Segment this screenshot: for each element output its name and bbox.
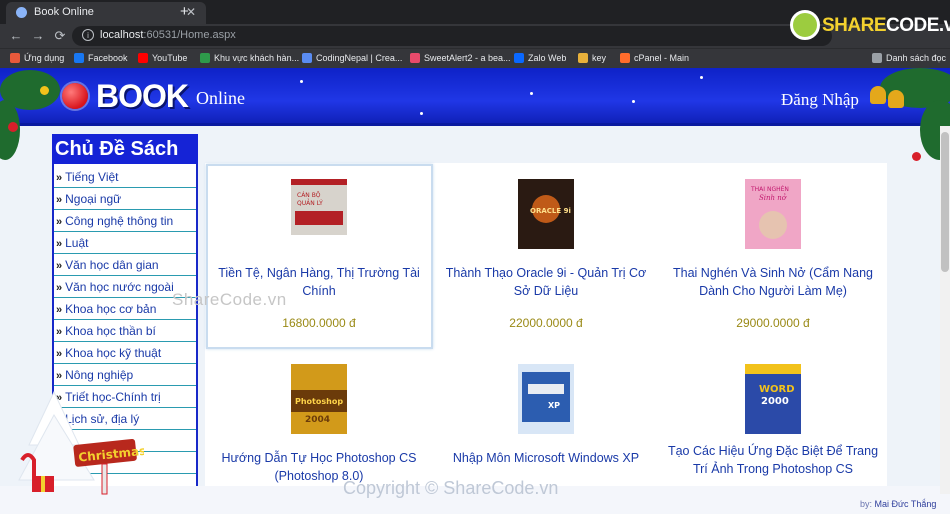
sharecode-logo-text: SHARECODE.vn <box>822 15 950 36</box>
book-cover-image: Photoshop 2004 <box>291 364 347 434</box>
key-icon <box>578 53 588 63</box>
svg-text:XP: XP <box>548 401 560 410</box>
sidebar-item-khoa-hoc-than-bi[interactable]: » Khoa học thần bí <box>54 320 196 342</box>
site-logo[interactable]: BOOK <box>96 78 189 115</box>
svg-text:2004: 2004 <box>305 415 330 425</box>
sidebar-item-luat[interactable]: » Luật <box>54 232 196 254</box>
book-cover-image: ORACLE 9i <box>518 179 574 249</box>
svg-text:CÁN BỘ: CÁN BỘ <box>297 192 321 199</box>
youtube-icon <box>138 53 148 63</box>
sidebar-title: Chủ Đề Sách <box>52 134 198 164</box>
ornament-icon <box>912 152 921 161</box>
book-price: 16800.0000 đ <box>282 316 356 330</box>
bookmark-codingnepal[interactable]: CodingNepal | Crea... <box>302 53 402 63</box>
sidebar-item-cong-nghe[interactable]: » Công nghệ thông tin <box>54 210 196 232</box>
book-cover[interactable]: ORACLE 9i <box>518 179 574 249</box>
christmas-decoration: Christmas <box>14 390 147 500</box>
sharecode-logo: SHARECODE.vn <box>790 6 950 44</box>
snowflake-icon <box>420 112 423 115</box>
bookmark-icon <box>302 53 312 63</box>
facebook-icon <box>74 53 84 63</box>
info-icon[interactable]: i <box>82 29 94 41</box>
apps-icon <box>10 53 20 63</box>
sidebar-item-ngoai-ngu[interactable]: » Ngoại ngữ <box>54 188 196 210</box>
book-cover-image: XP <box>518 364 574 434</box>
new-tab-button[interactable]: + <box>180 3 189 20</box>
sidebar-item-khoa-hoc-ky-thuat[interactable]: » Khoa học kỹ thuật <box>54 342 196 364</box>
site-logo-subtitle: Online <box>196 88 245 108</box>
bell-icon <box>870 86 886 104</box>
book-cover-image: CÁN BỘ QUẢN LÝ <box>291 179 347 249</box>
book-price: 29000.0000 đ <box>736 316 810 330</box>
svg-text:WORD: WORD <box>759 384 795 395</box>
ornament-icon <box>40 86 49 95</box>
forward-icon[interactable]: → <box>30 28 46 43</box>
reading-list-icon <box>872 53 882 63</box>
bookmark-zalo[interactable]: Zalo Web <box>514 53 566 63</box>
svg-text:Photoshop: Photoshop <box>295 397 343 406</box>
bookmark-facebook[interactable]: Facebook <box>74 53 128 63</box>
snowflake-icon <box>530 92 533 95</box>
book-cover[interactable]: XP <box>518 364 574 434</box>
bookmark-khu-vuc[interactable]: Khu vực khách hàn... <box>200 53 299 63</box>
reading-list[interactable]: Danh sách đọc <box>872 53 946 63</box>
bookmark-cpanel[interactable]: cPanel - Main <box>620 53 689 63</box>
author-credit: by: Mai Đức Thắng <box>860 499 937 509</box>
bookmark-apps[interactable]: Ứng dụng <box>10 53 64 63</box>
sharecode-logo-icon <box>790 10 820 40</box>
browser-tab[interactable]: Book Online ✕ <box>6 2 206 24</box>
bookmark-youtube[interactable]: YouTube <box>138 53 187 63</box>
snowflake-icon <box>700 76 703 79</box>
zalo-icon <box>514 53 524 63</box>
bookmark-key[interactable]: key <box>578 53 606 63</box>
bookmark-icon <box>410 53 420 63</box>
scrollbar-thumb[interactable] <box>941 132 949 272</box>
login-link[interactable]: Đăng Nhập <box>781 90 859 110</box>
book-cover-image: THAI NGHÉN Sinh nở <box>745 179 801 249</box>
cpanel-icon <box>620 53 630 63</box>
bookmarks-bar: Ứng dụng Facebook YouTube Khu vực khách … <box>0 48 950 68</box>
book-cover[interactable]: CÁN BỘ QUẢN LÝ <box>291 179 347 249</box>
svg-text:Sinh nở: Sinh nở <box>759 193 787 202</box>
bookmark-icon <box>200 53 210 63</box>
svg-text:ORACLE 9i: ORACLE 9i <box>530 207 571 215</box>
sidebar-item-nong-nghiep[interactable]: » Nông nghiệp <box>54 364 196 386</box>
book-logo-icon <box>62 83 88 109</box>
svg-text:QUẢN LÝ: QUẢN LÝ <box>297 199 323 207</box>
sidebar-item-tieng-viet[interactable]: » Tiếng Việt <box>54 166 196 188</box>
svg-text:THAI NGHÉN: THAI NGHÉN <box>750 185 789 193</box>
book-title[interactable]: Nhập Môn Microsoft Windows XP <box>440 449 652 467</box>
book-cover[interactable]: Photoshop 2004 <box>291 364 347 434</box>
site-favicon-icon <box>16 7 27 18</box>
tab-title: Book Online <box>34 6 94 18</box>
bell-icon <box>888 90 904 108</box>
book-cover[interactable]: WORD 2000 <box>745 364 801 434</box>
snowy-tree-icon: Christmas <box>18 390 147 495</box>
book-price: 22000.0000 đ <box>509 316 583 330</box>
snowflake-icon <box>300 80 303 83</box>
snowflake-icon <box>632 100 635 103</box>
book-title[interactable]: Thành Thạo Oracle 9i - Quản Trị Cơ Sở Dữ… <box>440 264 652 300</box>
bookmark-sweetalert[interactable]: SweetAlert2 - a bea... <box>410 53 511 63</box>
watermark: ShareCode.vn <box>172 290 287 309</box>
address-bar[interactable]: i localhost:60531/Home.aspx <box>72 26 832 46</box>
book-title[interactable]: Tạo Các Hiệu Ứng Đặc Biệt Để Trang Trí Ả… <box>667 442 879 478</box>
copyright-watermark: Copyright © ShareCode.vn <box>343 478 559 498</box>
svg-text:2000: 2000 <box>761 396 789 407</box>
url-text: localhost:60531/Home.aspx <box>100 29 236 41</box>
back-icon[interactable]: ← <box>8 28 24 43</box>
book-cover[interactable]: THAI NGHÉN Sinh nở <box>745 179 801 249</box>
reload-icon[interactable]: ⟳ <box>52 28 68 44</box>
ornament-icon <box>8 122 18 132</box>
book-title[interactable]: Thai Nghén Và Sinh Nở (Cẩm Nang Dành Cho… <box>667 264 879 300</box>
sidebar-item-van-hoc-dan-gian[interactable]: » Văn học dân gian <box>54 254 196 276</box>
book-cover-image: WORD 2000 <box>745 364 801 434</box>
